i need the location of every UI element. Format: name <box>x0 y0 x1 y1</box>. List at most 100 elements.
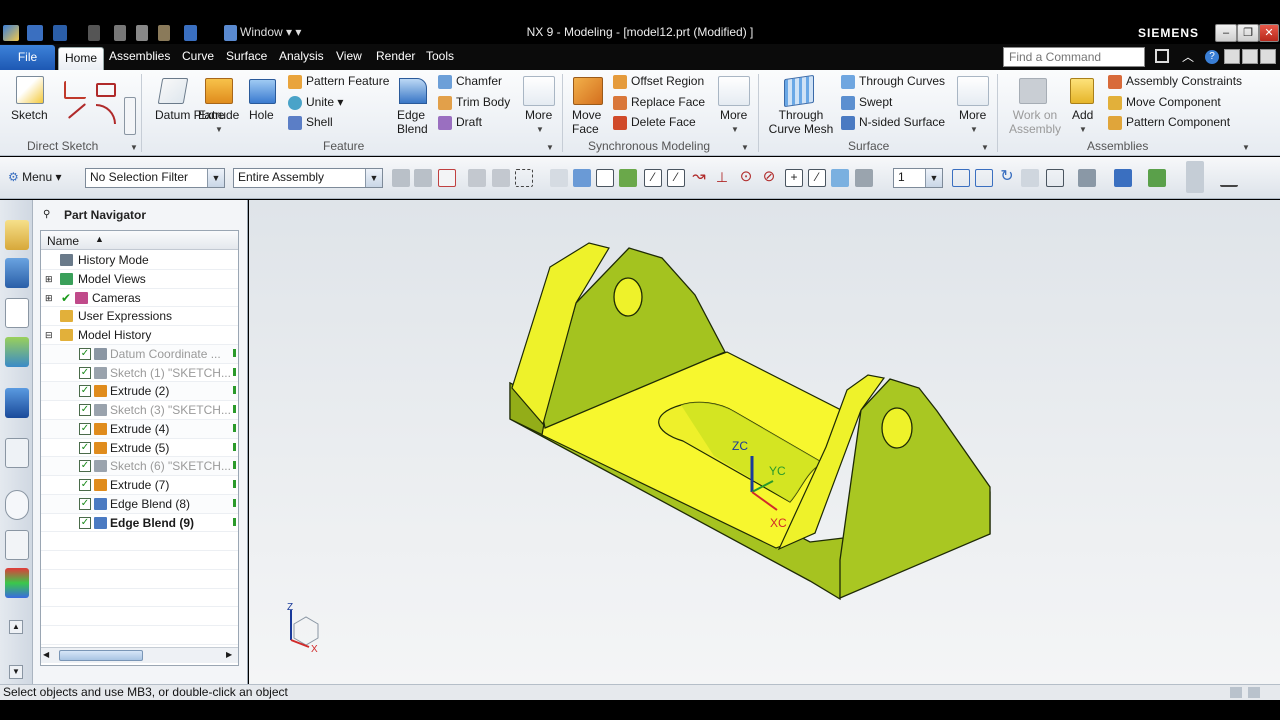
scroll-left-icon[interactable]: ◀ <box>43 650 49 659</box>
navigator-row[interactable]: History Mode <box>41 251 238 270</box>
tab-assemblies[interactable]: Assemblies <box>109 49 170 63</box>
collapse-ribbon-icon[interactable]: ︿ <box>1182 48 1194 65</box>
draft-icon[interactable] <box>438 116 452 130</box>
pin-icon[interactable]: ⚲ <box>43 209 50 220</box>
existing-point-icon[interactable]: + <box>785 169 803 187</box>
doc-close-icon[interactable] <box>1260 49 1276 64</box>
navigator-column-header[interactable]: Name ▲ <box>41 231 238 250</box>
sync-more-icon[interactable] <box>718 76 750 106</box>
trim-body-icon[interactable] <box>438 96 452 110</box>
part-navigator-icon[interactable] <box>5 298 29 328</box>
point-on-curve-icon[interactable]: ⁄ <box>808 169 826 187</box>
surface-more-icon[interactable] <box>957 76 989 106</box>
feature-filter-icon[interactable] <box>550 169 568 187</box>
tab-curve[interactable]: Curve <box>182 49 214 63</box>
web-browser-icon[interactable] <box>5 388 29 418</box>
tab-tools[interactable]: Tools <box>426 49 454 63</box>
n-sided-surface-button[interactable]: N-sided Surface <box>859 115 945 129</box>
doc-minimize-icon[interactable] <box>1224 49 1240 64</box>
menu-button[interactable]: ⚙ Menu ▾ <box>8 170 62 184</box>
edge-blend-icon[interactable] <box>399 78 427 104</box>
feature-expand-icon[interactable]: ▼ <box>546 143 554 152</box>
roles-icon[interactable] <box>5 568 29 598</box>
offset-region-icon[interactable] <box>613 75 627 89</box>
snap-points-icon[interactable] <box>596 169 614 187</box>
feature-checkbox[interactable]: ✓ <box>79 479 91 491</box>
pattern-component-button[interactable]: Pattern Component <box>1126 115 1230 129</box>
rotate-view-icon[interactable]: ↻ <box>998 169 1016 187</box>
graphics-window[interactable]: ZC YC XC Z X <box>249 200 1280 684</box>
tab-render[interactable]: Render <box>376 49 415 63</box>
feature-checkbox[interactable]: ✓ <box>79 441 91 454</box>
tab-surface[interactable]: Surface <box>226 49 267 63</box>
draft-button[interactable]: Draft <box>456 115 482 129</box>
fit-view-icon[interactable] <box>952 169 970 187</box>
sketch-gallery-icon[interactable] <box>124 97 136 135</box>
navigator-row[interactable]: ✓ Extrude (5) <box>41 438 238 458</box>
history-palette-icon[interactable] <box>5 438 29 468</box>
datum-plane-button[interactable]: Datum Plane <box>155 108 224 122</box>
filter-icon[interactable] <box>392 169 410 187</box>
sketch-icon[interactable] <box>16 76 44 104</box>
feature-checkbox[interactable]: ✓ <box>79 422 91 435</box>
edge-blend-button[interactable]: Edge Blend <box>397 108 431 136</box>
type-filter-icon[interactable] <box>438 169 456 187</box>
chamfer-button[interactable]: Chamfer <box>456 74 502 88</box>
add-component-button[interactable]: Add <box>1072 108 1093 122</box>
visible-check-icon[interactable]: ✔ <box>61 291 71 305</box>
trim-body-button[interactable]: Trim Body <box>456 95 510 109</box>
move-component-icon[interactable] <box>1108 96 1122 110</box>
navigator-row[interactable]: ✓ Extrude (2) <box>41 382 238 402</box>
navigator-row[interactable]: ✓ Sketch (3) "SKETCH... <box>41 401 238 420</box>
rectangle-select-icon[interactable] <box>515 169 533 187</box>
shell-button[interactable]: Shell <box>306 115 333 129</box>
body-filter-icon[interactable] <box>573 169 591 187</box>
shell-icon[interactable] <box>288 116 302 130</box>
resource-scroll-up-icon[interactable]: ▲ <box>9 620 23 634</box>
feature-more-dropdown-icon[interactable]: ▼ <box>536 125 544 134</box>
sketch-button[interactable]: Sketch <box>11 108 48 122</box>
profile-icon[interactable] <box>64 81 86 99</box>
feature-checkbox[interactable]: ✓ <box>79 404 91 416</box>
mid-point-icon[interactable]: ⁄ <box>667 169 685 187</box>
wcs-icon[interactable] <box>1186 161 1204 193</box>
zoom-icon[interactable] <box>975 169 993 187</box>
pan-icon[interactable] <box>1021 169 1039 187</box>
synchronous-expand-icon[interactable]: ▼ <box>741 143 749 152</box>
replace-face-button[interactable]: Replace Face <box>631 95 705 109</box>
swept-icon[interactable] <box>841 96 855 110</box>
chamfer-icon[interactable] <box>438 75 452 89</box>
pattern-feature-button[interactable]: Pattern Feature <box>306 74 389 88</box>
navigator-row[interactable]: ✓ Sketch (6) "SKETCH... <box>41 457 238 477</box>
right-bracket-hole[interactable] <box>881 407 913 449</box>
show-hide-icon[interactable] <box>1148 169 1166 187</box>
view-cube-icon[interactable] <box>1114 169 1132 187</box>
expand-icon[interactable]: ⊞ <box>45 274 53 285</box>
expand-icon[interactable]: ⊞ <box>45 293 53 304</box>
hole-icon[interactable] <box>249 79 276 104</box>
extrude-dropdown-icon[interactable]: ▼ <box>215 125 223 134</box>
navigator-row[interactable]: ✓ Edge Blend (9) <box>41 513 238 533</box>
line-icon[interactable] <box>67 103 87 119</box>
feature-checkbox[interactable]: ✓ <box>79 347 91 360</box>
arc-icon[interactable] <box>96 104 116 124</box>
replace-face-icon[interactable] <box>613 96 627 110</box>
feature-more-button[interactable]: More <box>525 108 552 122</box>
swept-button[interactable]: Swept <box>859 95 892 109</box>
layer-select[interactable]: 1 ▼ <box>893 168 943 188</box>
constraint-navigator-icon[interactable] <box>5 258 29 288</box>
orient-view-icon[interactable] <box>1078 169 1096 187</box>
through-curve-mesh-button[interactable]: Through Curve Mesh <box>767 108 835 136</box>
sync-more-dropdown-icon[interactable]: ▼ <box>731 125 739 134</box>
minimize-button[interactable]: – <box>1215 24 1237 42</box>
delete-face-icon[interactable] <box>613 116 627 130</box>
delete-face-button[interactable]: Delete Face <box>631 115 696 129</box>
point-on-face-icon[interactable] <box>831 169 849 187</box>
navigator-row[interactable]: ⊞ Model Views <box>41 270 238 289</box>
reuse-library-icon[interactable] <box>5 337 29 367</box>
feature-checkbox[interactable]: ✓ <box>79 460 91 473</box>
navigator-row[interactable]: ✓ Sketch (1) "SKETCH... <box>41 363 238 383</box>
unite-icon[interactable] <box>288 96 302 110</box>
bounded-grid-icon[interactable] <box>855 169 873 187</box>
assemblies-expand-icon[interactable]: ▼ <box>1242 143 1250 152</box>
